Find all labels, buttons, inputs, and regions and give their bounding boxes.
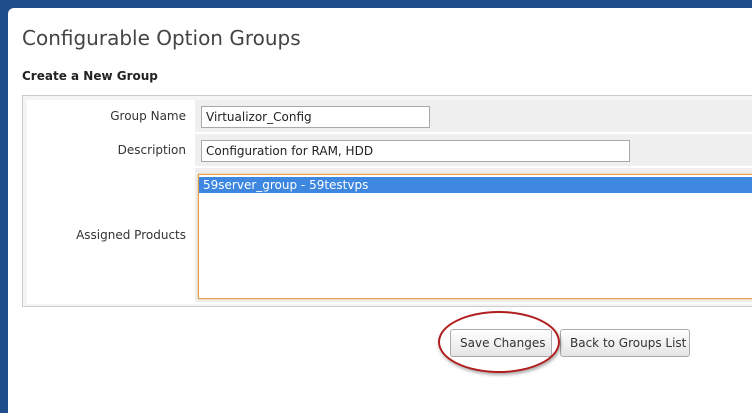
form-table: Group Name Description Assigned Products… <box>27 100 752 304</box>
back-to-groups-button[interactable]: Back to Groups List <box>560 329 690 357</box>
save-changes-button[interactable]: Save Changes <box>450 329 552 357</box>
description-input[interactable] <box>201 140 630 162</box>
group-name-row: Group Name <box>27 100 752 134</box>
assigned-products-label: Assigned Products <box>27 168 191 302</box>
page-title: Configurable Option Groups <box>22 26 301 50</box>
assigned-products-row: Assigned Products 59server_group - 59tes… <box>27 168 752 304</box>
section-title: Create a New Group <box>22 69 158 83</box>
group-name-label: Group Name <box>27 100 191 132</box>
description-cell <box>195 134 752 166</box>
description-row: Description <box>27 134 752 168</box>
page-container: Configurable Option Groups Create a New … <box>8 8 752 413</box>
create-group-form: Group Name Description Assigned Products… <box>22 95 752 307</box>
assigned-products-cell: 59server_group - 59testvps <box>195 168 752 302</box>
product-option-selected[interactable]: 59server_group - 59testvps <box>199 177 752 193</box>
description-label: Description <box>27 134 191 166</box>
group-name-cell <box>195 100 752 132</box>
assigned-products-select[interactable]: 59server_group - 59testvps <box>198 174 752 299</box>
group-name-input[interactable] <box>201 106 430 128</box>
